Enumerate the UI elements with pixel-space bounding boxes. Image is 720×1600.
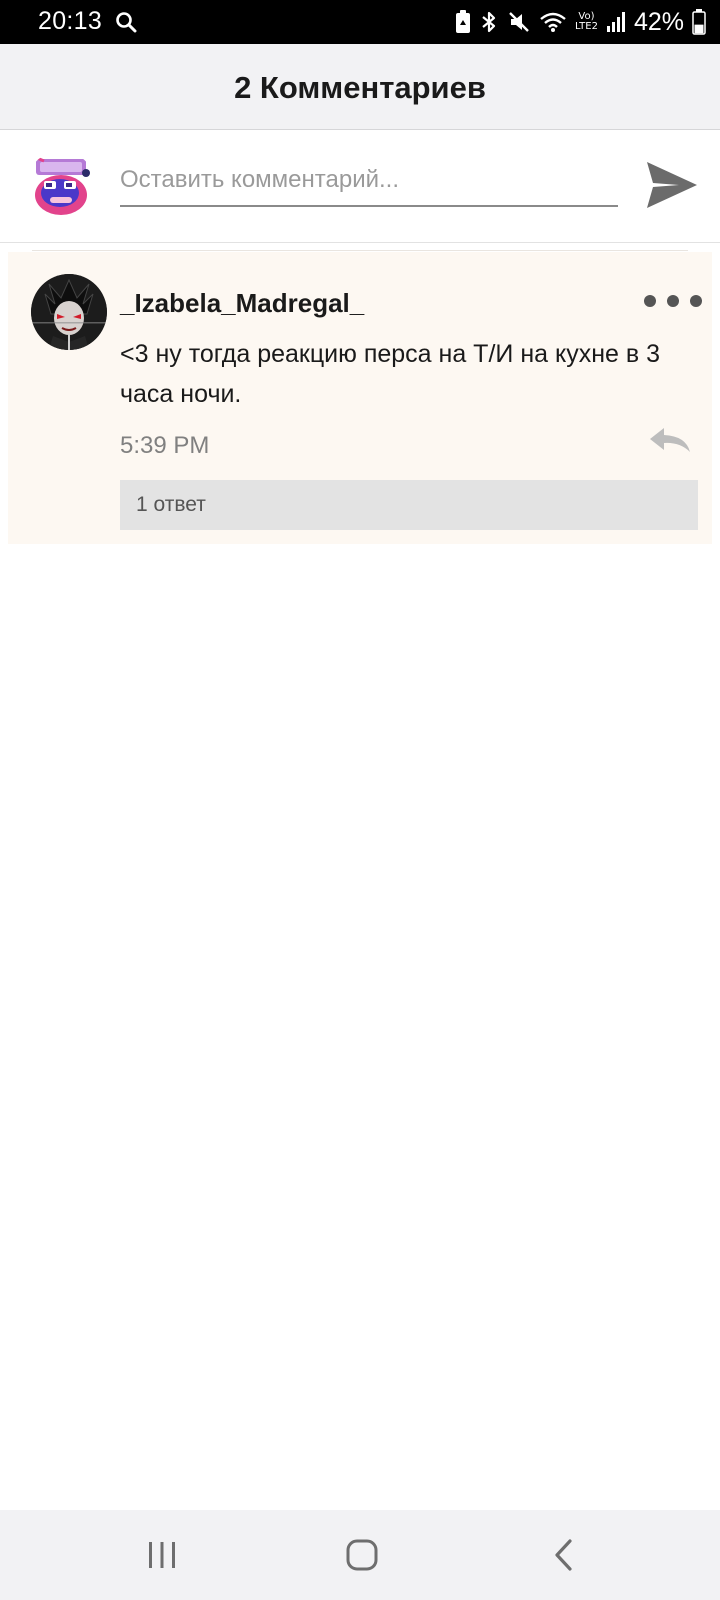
view-replies-button[interactable]: 1 ответ	[120, 480, 698, 530]
reply-button[interactable]	[648, 424, 694, 458]
comment-author[interactable]: _Izabela_Madregal_	[120, 288, 364, 319]
more-dots-icon[interactable]	[644, 288, 702, 314]
search-icon	[116, 12, 137, 33]
comment-composer	[0, 131, 720, 243]
home-icon	[346, 1539, 378, 1571]
bluetooth-icon	[482, 11, 496, 33]
comment-text: <3 ну тогда реакцию перса на Т/И на кухн…	[120, 340, 660, 408]
reply-icon	[650, 428, 690, 452]
wifi-icon	[540, 12, 566, 32]
home-button[interactable]	[332, 1532, 392, 1578]
status-icons: Vo) LTE2 42%	[455, 6, 706, 38]
comment-input[interactable]	[120, 161, 618, 207]
navigation-bar	[0, 1510, 720, 1600]
battery-percent: 42%	[633, 7, 684, 36]
network-type-label: Vo) LTE2	[574, 11, 598, 32]
divider	[32, 250, 688, 251]
signal-icon	[606, 12, 625, 32]
comment-timestamp: 5:39 PM	[120, 432, 210, 459]
back-button[interactable]	[534, 1532, 594, 1578]
send-icon	[647, 162, 697, 208]
page-title: 2 Комментариев	[234, 70, 486, 105]
recent-apps-button[interactable]	[132, 1532, 192, 1578]
send-button[interactable]	[644, 157, 700, 213]
avatar[interactable]	[31, 274, 107, 350]
comments-header: 2 Комментариев	[0, 44, 720, 130]
avatar	[26, 151, 96, 221]
recent-apps-icon	[149, 1542, 175, 1568]
battery-icon	[692, 9, 706, 35]
back-icon	[555, 1539, 572, 1571]
mute-icon	[509, 12, 529, 32]
battery-saver-icon	[455, 10, 470, 33]
status-bar: 20:13 Vo) LTE2 42%	[0, 0, 720, 44]
comment-item: _Izabela_Madregal_ <3 ну тогда реакцию п…	[8, 252, 712, 544]
status-time: 20:13	[38, 7, 103, 35]
